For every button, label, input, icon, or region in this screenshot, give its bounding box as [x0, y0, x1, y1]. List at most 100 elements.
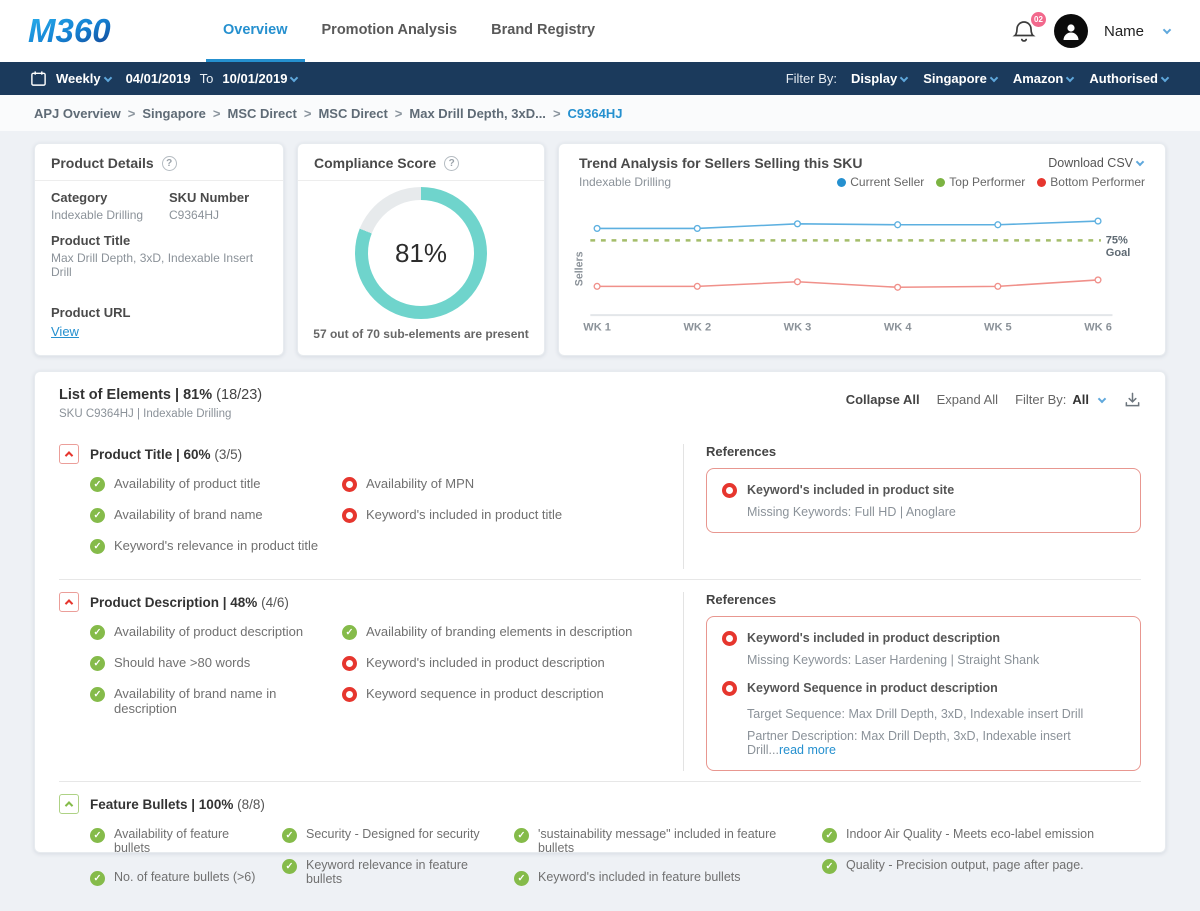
status-icon: [90, 508, 105, 523]
chevron-down-icon: [1098, 394, 1106, 402]
list-of-elements-card: List of Elements | 81% (18/23) SKU C9364…: [34, 371, 1166, 853]
calendar-icon: [30, 70, 47, 87]
view-product-link[interactable]: View: [51, 324, 79, 339]
tab-promotion-analysis[interactable]: Promotion Analysis: [305, 0, 475, 62]
tab-overview[interactable]: Overview: [206, 0, 305, 62]
compliance-score-title: Compliance Score: [314, 155, 436, 171]
checklist-item: Keyword's included in product descriptio…: [342, 655, 632, 671]
compliance-score-card: Compliance Score 81% 57 out of 70 sub-el…: [297, 143, 545, 356]
status-icon: [90, 656, 105, 671]
status-icon: [342, 625, 357, 640]
status-icon: [342, 477, 357, 492]
user-avatar[interactable]: [1054, 14, 1088, 48]
svg-text:WK 6: WK 6: [1084, 322, 1112, 334]
status-icon: [514, 871, 529, 886]
filter-dropdown[interactable]: Authorised: [1089, 71, 1170, 86]
product-details-title: Product Details: [51, 155, 154, 171]
filter-dropdown[interactable]: Display: [851, 71, 909, 86]
product-title-value: Max Drill Depth, 3xD, Indexable Insert D…: [51, 251, 267, 279]
chevron-down-icon: [990, 73, 998, 81]
elements-subtitle: SKU C9364HJ | Indexable Drilling: [59, 408, 262, 420]
collapse-all-button[interactable]: Collapse All: [846, 392, 920, 407]
checklist-item: Availability of MPN: [342, 476, 562, 492]
page-content: Product Details Category Indexable Drill…: [0, 131, 1200, 853]
breadcrumb-item[interactable]: MSC Direct: [227, 106, 318, 121]
svg-text:WK 3: WK 3: [784, 322, 812, 334]
chevron-up-icon: [65, 801, 73, 809]
checklist-item: Quality - Precision output, page after p…: [822, 858, 1141, 874]
reference-entry: Keyword Sequence in product description …: [722, 680, 1125, 757]
m360-logo[interactable]: M360: [28, 11, 144, 51]
top-header: M360 Overview Promotion Analysis Brand R…: [0, 0, 1200, 62]
ring-circle-icon: [722, 483, 737, 498]
section-product-description: Product Description | 48% (4/6) Availabi…: [59, 579, 1141, 781]
date-from[interactable]: 04/01/2019: [126, 71, 191, 86]
filter-dropdown[interactable]: Singapore: [923, 71, 999, 86]
references-panel: References Keyword's included in product…: [683, 592, 1141, 771]
status-icon: [342, 656, 357, 671]
question-mark-circle-icon[interactable]: [444, 156, 459, 171]
svg-text:M360: M360: [28, 12, 111, 49]
compliance-donut-chart: 81%: [355, 187, 487, 319]
breadcrumb-item[interactable]: APJ Overview: [34, 106, 142, 121]
compliance-caption: 57 out of 70 sub-elements are present: [298, 327, 544, 341]
product-title-label: Product Title: [51, 233, 267, 248]
filter-bar: Weekly 04/01/2019 To 10/01/2019 Filter B…: [0, 62, 1200, 95]
section-feature-bullets: Feature Bullets | 100% (8/8) Availabilit…: [59, 781, 1141, 911]
download-csv-button[interactable]: Download CSV: [1048, 156, 1145, 170]
legend-dot-icon: [837, 178, 846, 187]
tab-brand-registry[interactable]: Brand Registry: [474, 0, 612, 62]
chevron-up-icon: [65, 599, 73, 607]
section-product-title: Product Title | 60% (3/5) Availability o…: [59, 432, 1141, 579]
checklist-item: Indoor Air Quality - Meets eco-label emi…: [822, 827, 1141, 843]
breadcrumb-item[interactable]: Max Drill Depth, 3xD...: [409, 106, 567, 121]
trend-legend: Current Seller Top Performer Bottom Perf…: [837, 175, 1145, 189]
collapse-section-button[interactable]: [59, 592, 79, 612]
section-title: Product Title | 60% (3/5): [90, 447, 242, 462]
collapse-section-button[interactable]: [59, 444, 79, 464]
download-elements-button[interactable]: [1124, 391, 1141, 408]
filter-dropdown[interactable]: Amazon: [1013, 71, 1076, 86]
notification-badge: 02: [1030, 11, 1047, 28]
chevron-down-icon[interactable]: [1163, 26, 1171, 34]
chevron-down-icon: [900, 73, 908, 81]
status-icon: [90, 625, 105, 640]
checklist-item: Keyword's included in feature bullets: [514, 870, 822, 886]
notification-bell[interactable]: 02: [1012, 18, 1038, 44]
elements-title: List of Elements | 81% (18/23): [59, 387, 262, 403]
sku-value: C9364HJ: [169, 208, 267, 222]
chevron-up-icon: [65, 451, 73, 459]
reference-entry: Keyword's included in product site Missi…: [722, 482, 1125, 519]
chevron-down-icon: [1136, 158, 1144, 166]
checklist-item: Keyword's included in product title: [342, 507, 562, 523]
status-icon: [342, 508, 357, 523]
breadcrumb-current: C9364HJ: [568, 106, 623, 121]
collapse-section-button[interactable]: [59, 794, 79, 814]
trend-line-chart[interactable]: WK 1WK 2WK 3WK 4WK 5WK 6Sellers75%Goal: [573, 191, 1151, 341]
period-dropdown[interactable]: Weekly: [56, 71, 113, 86]
checklist-item: Security - Designed for security: [282, 827, 514, 843]
question-mark-circle-icon[interactable]: [162, 156, 177, 171]
breadcrumb-item[interactable]: Singapore: [142, 106, 227, 121]
expand-all-button[interactable]: Expand All: [937, 392, 998, 407]
date-to-dropdown[interactable]: 10/01/2019: [222, 71, 299, 86]
read-more-link[interactable]: read more: [779, 743, 836, 757]
trend-analysis-card: Trend Analysis for Sellers Selling this …: [558, 143, 1166, 356]
download-tray-icon: [1124, 391, 1141, 408]
breadcrumb-item[interactable]: MSC Direct: [318, 106, 409, 121]
status-icon: [514, 828, 529, 843]
legend-dot-icon: [1037, 178, 1046, 187]
checklist-item: Keyword relevance in feature bullets: [282, 858, 514, 886]
person-circle-icon: [1061, 21, 1081, 41]
svg-text:WK 1: WK 1: [583, 322, 611, 334]
ring-circle-icon: [722, 681, 737, 696]
legend-item: Top Performer: [936, 175, 1025, 189]
reference-entry: Keyword's included in product descriptio…: [722, 630, 1125, 667]
sku-label: SKU Number: [169, 190, 267, 205]
status-icon: [822, 859, 837, 874]
svg-text:Sellers: Sellers: [574, 251, 586, 286]
filter-by-label: Filter By:: [786, 71, 837, 86]
elements-filter-dropdown[interactable]: Filter By: All: [1015, 392, 1107, 407]
category-value: Indexable Drilling: [51, 208, 169, 222]
section-title: Feature Bullets | 100% (8/8): [90, 797, 265, 812]
